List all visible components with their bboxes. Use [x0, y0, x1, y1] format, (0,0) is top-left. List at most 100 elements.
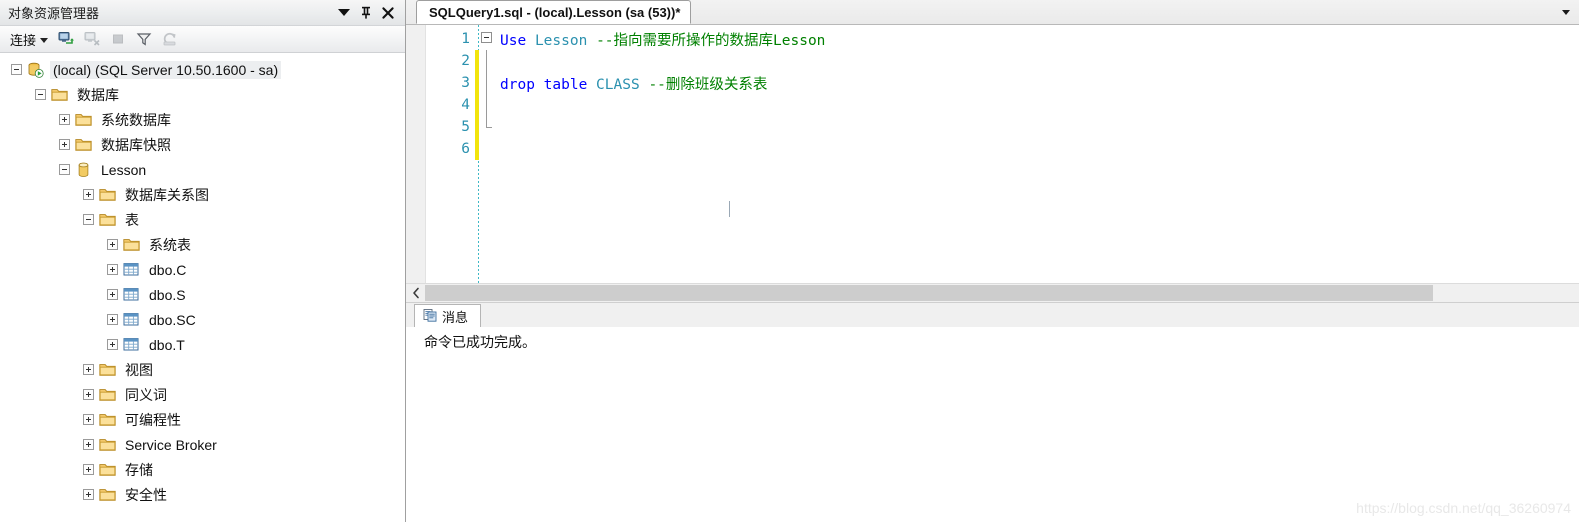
tree-node[interactable]: 数据库关系图	[0, 182, 405, 207]
message-text: 命令已成功完成。	[424, 334, 536, 350]
collapse-toggle-icon[interactable]	[32, 86, 49, 103]
messages-icon	[423, 308, 437, 325]
expand-toggle-icon[interactable]	[80, 436, 97, 453]
table-icon	[121, 336, 141, 354]
tree-node-label: dbo.C	[149, 261, 187, 278]
code-line[interactable]: 2	[426, 50, 1579, 72]
folder-icon	[97, 461, 117, 479]
tree-node-label: dbo.S	[149, 286, 186, 303]
fold-column[interactable]	[479, 72, 496, 94]
document-area: SQLQuery1.sql - (local).Lesson (sa (53))…	[406, 0, 1579, 522]
object-explorer-titlebar: 对象资源管理器	[0, 0, 405, 26]
fold-column[interactable]	[479, 28, 496, 50]
object-explorer-tree[interactable]: (local) (SQL Server 10.50.1600 - sa) 数据库系…	[0, 53, 405, 522]
tree-node[interactable]: 数据库	[0, 82, 405, 107]
code-token-identifier: CLASS	[596, 76, 640, 93]
stop-action-icon	[106, 28, 130, 50]
editor-horizontal-scrollbar[interactable]	[406, 283, 1579, 303]
tree-node[interactable]: dbo.T	[0, 332, 405, 357]
refresh-icon	[158, 28, 182, 50]
tree-node-label: 系统数据库	[101, 111, 171, 128]
expand-toggle-icon[interactable]	[80, 486, 97, 503]
expand-toggle-icon[interactable]	[80, 461, 97, 478]
tree-node[interactable]: 可编程性	[0, 407, 405, 432]
filter-icon[interactable]	[132, 28, 156, 50]
code-line[interactable]: 1 Use Lesson --指向需要所操作的数据库Lesson	[426, 28, 1579, 50]
line-number: 3	[461, 75, 470, 91]
object-explorer-title: 对象资源管理器	[8, 6, 100, 21]
tree-node[interactable]: dbo.C	[0, 257, 405, 282]
tree-node[interactable]: Service Broker	[0, 432, 405, 457]
tree-node-label: dbo.T	[149, 336, 185, 353]
tree-node[interactable]: (local) (SQL Server 10.50.1600 - sa)	[0, 57, 405, 82]
code-lines-container[interactable]: 1 Use Lesson --指向需要所操作的数据库Lesson 2 3 drop ta…	[426, 25, 1579, 283]
expand-toggle-icon[interactable]	[80, 361, 97, 378]
scroll-left-arrow-icon[interactable]	[406, 284, 425, 303]
auto-hide-pin-icon[interactable]	[355, 2, 377, 24]
expand-toggle-icon[interactable]	[56, 136, 73, 153]
expand-toggle-icon[interactable]	[104, 311, 121, 328]
tree-node[interactable]: 数据库快照	[0, 132, 405, 157]
tree-node[interactable]: 安全性	[0, 482, 405, 507]
code-line[interactable]: 4	[426, 94, 1579, 116]
collapse-toggle-icon[interactable]	[8, 61, 25, 78]
fold-column[interactable]	[479, 94, 496, 116]
window-menu-dropdown-icon[interactable]	[333, 2, 355, 24]
fold-column[interactable]	[479, 116, 496, 138]
messages-output[interactable]: 命令已成功完成。	[406, 327, 1579, 522]
tree-node[interactable]: Lesson	[0, 157, 405, 182]
expand-toggle-icon[interactable]	[80, 186, 97, 203]
tree-node[interactable]: 系统数据库	[0, 107, 405, 132]
expand-toggle-icon[interactable]	[80, 411, 97, 428]
expand-toggle-icon[interactable]	[80, 386, 97, 403]
tree-node[interactable]: 存储	[0, 457, 405, 482]
code-line[interactable]: 3 drop table CLASS --删除班级关系表	[426, 72, 1579, 94]
ssms-window: 对象资源管理器 连接 (local) (SQL Server 10.50.160…	[0, 0, 1579, 522]
tree-node-label: 系统表	[149, 236, 191, 253]
expand-toggle-icon[interactable]	[56, 111, 73, 128]
server-icon	[25, 61, 45, 79]
connect-dropdown-button[interactable]: 连接	[6, 28, 52, 51]
folder-icon	[97, 436, 117, 454]
expand-toggle-icon[interactable]	[104, 336, 121, 353]
tab-messages[interactable]: 消息	[414, 304, 482, 327]
tree-node[interactable]: 视图	[0, 357, 405, 382]
folder-icon	[73, 136, 93, 154]
collapse-toggle-icon[interactable]	[56, 161, 73, 178]
connect-label: 连接	[10, 32, 37, 48]
line-number: 6	[461, 141, 470, 157]
results-panel: 消息 命令已成功完成。 https://blog.csdn.net/qq_362…	[406, 302, 1579, 522]
tree-node-label: 安全性	[125, 486, 167, 503]
code-line[interactable]: 6	[426, 138, 1579, 160]
expand-toggle-icon[interactable]	[104, 286, 121, 303]
scroll-track[interactable]	[425, 283, 1579, 303]
fold-guide-end	[486, 116, 492, 128]
close-icon[interactable]	[377, 2, 399, 24]
code-token-comment: --指向需要所操作的数据库Lesson	[596, 32, 826, 49]
sql-code-editor[interactable]: 1 Use Lesson --指向需要所操作的数据库Lesson 2 3 drop ta…	[406, 25, 1579, 283]
table-icon	[121, 286, 141, 304]
tree-node[interactable]: 系统表	[0, 232, 405, 257]
collapse-toggle-icon[interactable]	[80, 211, 97, 228]
fold-column[interactable]	[479, 138, 496, 160]
fold-collapse-icon[interactable]	[481, 32, 492, 43]
code-line[interactable]: 5	[426, 116, 1579, 138]
tree-node-label: 存储	[125, 461, 153, 478]
tree-node[interactable]: dbo.S	[0, 282, 405, 307]
tree-node-label: 可编程性	[125, 411, 181, 428]
fold-column[interactable]	[479, 50, 496, 72]
tree-node-label: 视图	[125, 361, 153, 378]
tree-node-label: 数据库	[77, 86, 119, 103]
scroll-thumb[interactable]	[425, 284, 1433, 301]
code-token-keyword: drop	[500, 76, 535, 93]
active-files-dropdown-icon[interactable]	[1559, 5, 1573, 19]
expand-toggle-icon[interactable]	[104, 236, 121, 253]
connect-object-explorer-icon[interactable]	[54, 28, 78, 50]
expand-toggle-icon[interactable]	[104, 261, 121, 278]
tree-node[interactable]: 表	[0, 207, 405, 232]
tree-node[interactable]: 同义词	[0, 382, 405, 407]
tab-sqlquery1[interactable]: SQLQuery1.sql - (local).Lesson (sa (53))…	[416, 0, 692, 24]
tree-node[interactable]: dbo.SC	[0, 307, 405, 332]
